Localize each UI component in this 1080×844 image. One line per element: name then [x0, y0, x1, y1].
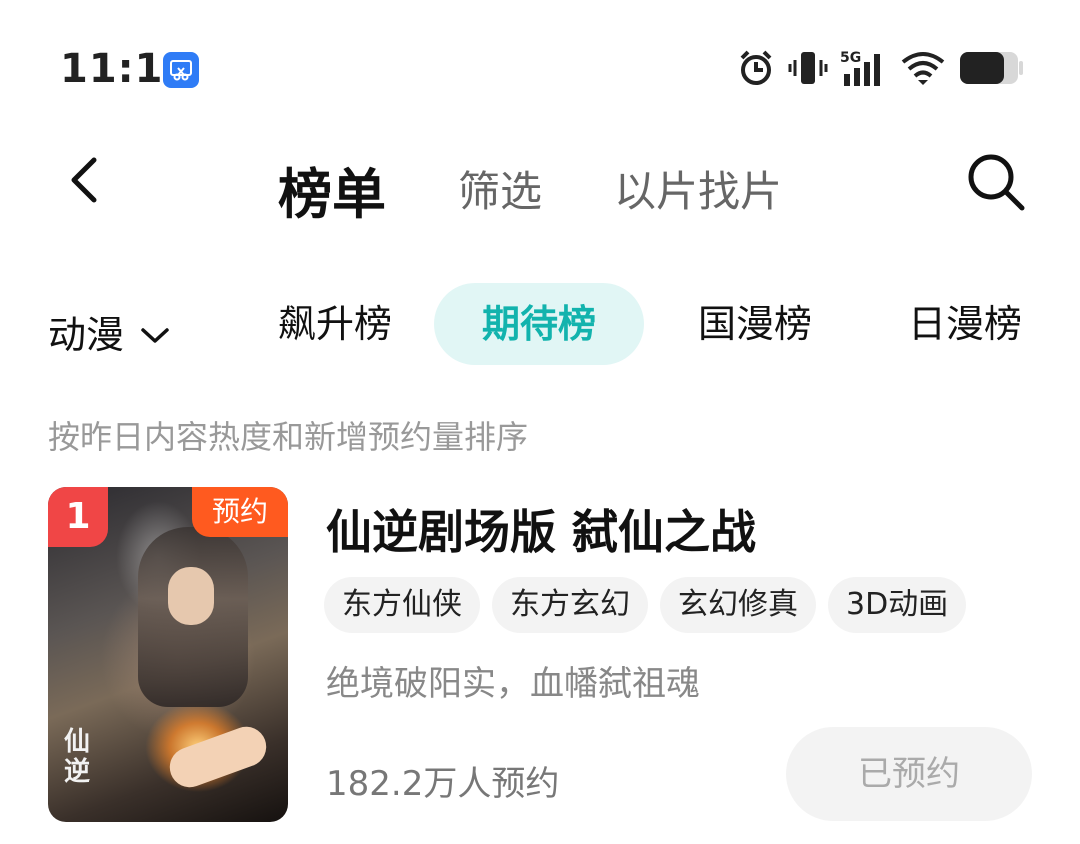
reserved-button[interactable]: 已预约: [786, 727, 1032, 821]
alarm-icon: [736, 48, 776, 92]
tag-chip[interactable]: 3D动画: [828, 577, 967, 633]
back-arrow-icon[interactable]: [60, 150, 120, 210]
item-description: 绝境破阳实，血幡弑祖魂: [326, 664, 700, 704]
signal-5g-icon: 5G: [840, 48, 888, 92]
tag-list: 东方仙侠 东方玄幻 玄幻修真 3D动画: [324, 577, 967, 633]
tab-filter[interactable]: 筛选: [458, 158, 542, 219]
battery-icon: [958, 48, 1024, 92]
tab-find-similar[interactable]: 以片找片: [614, 158, 782, 219]
reservation-count: 182.2万人预约: [326, 764, 560, 804]
pill-japanese[interactable]: 日漫榜: [890, 283, 1040, 365]
item-title[interactable]: 仙逆剧场版 弑仙之战: [326, 496, 756, 562]
tag-chip[interactable]: 东方仙侠: [324, 577, 480, 633]
wifi-icon: [900, 48, 946, 92]
vibrate-icon: [788, 48, 828, 92]
system-icons: 5G: [736, 48, 1024, 92]
rank-badge: 1: [48, 487, 108, 547]
reserve-badge: 预约: [192, 487, 288, 537]
tag-chip[interactable]: 玄幻修真: [660, 577, 816, 633]
pill-domestic[interactable]: 国漫榜: [680, 283, 830, 365]
chevron-down-icon: [140, 310, 170, 354]
sort-description: 按昨日内容热度和新增预约量排序: [48, 418, 529, 456]
category-dropdown[interactable]: 动漫: [48, 304, 170, 359]
category-label: 动漫: [48, 313, 125, 357]
tab-ranking[interactable]: 榜单: [278, 150, 386, 229]
pill-anticipated[interactable]: 期待榜: [434, 283, 644, 365]
search-icon[interactable]: [964, 150, 1028, 214]
network-label: 5G: [840, 50, 861, 66]
screen-cast-icon: [163, 52, 199, 88]
status-bar: 11:11 5G: [0, 0, 1080, 140]
poster-logo: 仙逆: [64, 727, 91, 787]
tag-chip[interactable]: 东方玄幻: [492, 577, 648, 633]
pill-rising[interactable]: 飙升榜: [260, 283, 410, 365]
